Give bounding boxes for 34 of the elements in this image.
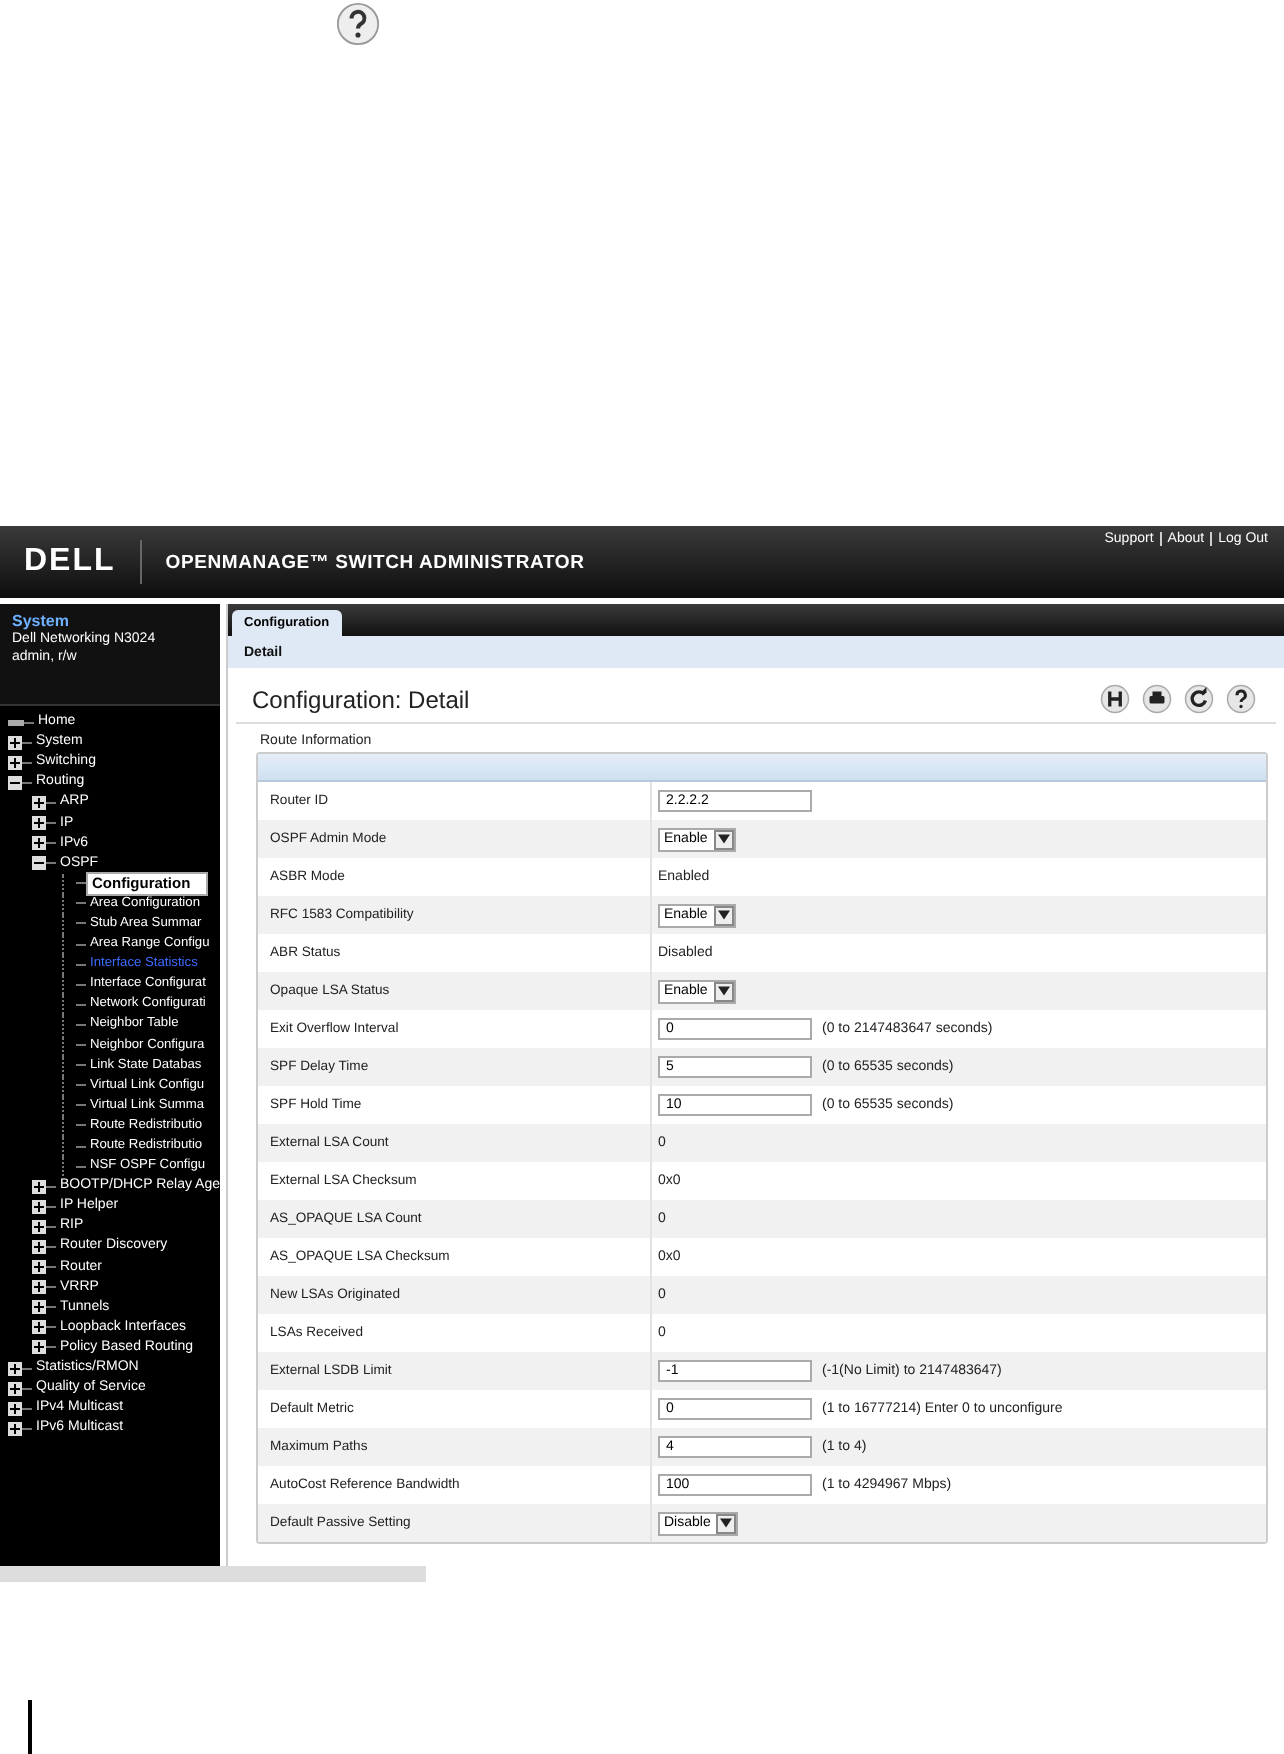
expander-icon[interactable] xyxy=(32,1239,46,1254)
expander-icon[interactable] xyxy=(8,755,22,770)
expander-icon[interactable] xyxy=(8,1421,22,1436)
expander-icon[interactable] xyxy=(32,856,46,871)
expander-icon[interactable] xyxy=(32,1280,46,1295)
page-title: Configuration: Detail xyxy=(252,685,470,713)
expander-icon[interactable] xyxy=(32,836,46,851)
help-icon[interactable] xyxy=(1226,684,1256,714)
expander-icon[interactable] xyxy=(32,816,46,831)
expander-icon[interactable] xyxy=(8,775,22,790)
save-icon[interactable] xyxy=(1100,684,1130,714)
system-title: System xyxy=(12,612,71,630)
expander-icon[interactable] xyxy=(32,1300,46,1315)
refresh-icon[interactable] xyxy=(1184,684,1214,714)
expander-icon[interactable] xyxy=(32,1260,46,1275)
product-title: OPENMANAGE™ SWITCH ADMINISTRATOR xyxy=(165,551,585,573)
expander-icon[interactable] xyxy=(32,1219,46,1234)
expander-icon[interactable] xyxy=(8,1381,22,1396)
expander-icon[interactable] xyxy=(32,1179,46,1194)
caret-icon xyxy=(716,1513,737,1533)
expander-icon[interactable] xyxy=(32,1320,46,1335)
logo: DELL xyxy=(24,544,116,580)
caret-icon xyxy=(713,829,734,849)
expander-icon[interactable] xyxy=(8,1401,22,1416)
expander-icon[interactable] xyxy=(8,1361,22,1376)
caret-icon xyxy=(713,905,734,925)
home-icon xyxy=(8,719,24,726)
print-icon[interactable] xyxy=(1142,684,1172,714)
expander-icon[interactable] xyxy=(32,795,46,810)
expander-icon[interactable] xyxy=(8,735,22,750)
expander-icon[interactable] xyxy=(32,1199,46,1214)
expander-icon[interactable] xyxy=(32,1340,46,1355)
caret-icon xyxy=(713,981,734,1001)
help-icon xyxy=(336,2,380,46)
